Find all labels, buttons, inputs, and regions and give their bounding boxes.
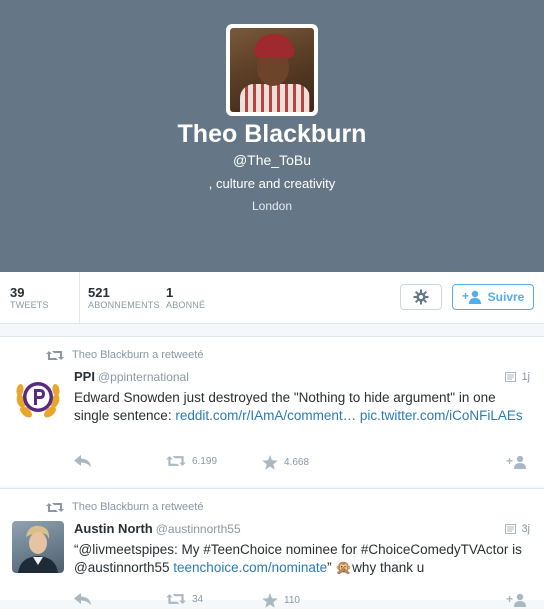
- stat-following-label: ABONNEMENTS: [88, 300, 160, 310]
- settings-button[interactable]: [400, 284, 442, 310]
- tweet-item[interactable]: Theo Blackburn a retweeté PPI @ppinternat…: [0, 336, 544, 486]
- tweet-author[interactable]: PPI @ppinternational: [74, 369, 189, 384]
- stat-divider: [79, 272, 80, 324]
- stat-following-value: 521: [88, 285, 110, 300]
- star-icon: [262, 455, 278, 470]
- stat-tweets-label: TWEETS: [10, 300, 49, 310]
- gear-icon: [413, 289, 429, 305]
- retweet-icon: [46, 502, 64, 512]
- retweet-context: Theo Blackburn a retweeté: [46, 501, 203, 513]
- add-user-icon: +: [506, 593, 526, 607]
- svg-text:+: +: [506, 455, 513, 468]
- retweet-button[interactable]: 6.199: [166, 455, 217, 467]
- tweet-timestamp[interactable]: 3j: [505, 523, 530, 535]
- favorite-count: 110: [284, 595, 300, 606]
- media-icon: [505, 524, 517, 534]
- stat-tweets-value: 39: [10, 285, 25, 300]
- retweet-icon: [166, 456, 186, 466]
- retweet-context-label: Theo Blackburn a retweeté: [72, 349, 204, 361]
- tweet-actions: 6.199 4.668 +: [74, 455, 534, 471]
- profile-handle[interactable]: @The_ToBu: [0, 152, 544, 168]
- tweet-time-label: 3j: [521, 523, 530, 535]
- profile-location: London: [251, 199, 293, 213]
- media-icon: [505, 372, 517, 382]
- reply-button[interactable]: [74, 593, 92, 605]
- stat-followers-label: ABONNÉ: [166, 300, 206, 310]
- reply-icon: [74, 455, 91, 467]
- tweet-author-handle: @ppinternational: [97, 370, 189, 384]
- tweet-time-label: 1j: [521, 371, 530, 383]
- add-user-icon: +: [462, 290, 481, 304]
- tweet-author-avatar[interactable]: [12, 371, 64, 423]
- avatar-photo: [18, 525, 58, 573]
- tweet-text-tail: ” 🙊why thank u: [327, 560, 425, 575]
- profile-avatar[interactable]: [226, 24, 318, 116]
- tweet-item[interactable]: Theo Blackburn a retweeté Austin North @a…: [0, 488, 544, 608]
- reply-button[interactable]: [74, 455, 92, 467]
- retweet-count: 6.199: [192, 455, 218, 467]
- favorite-count: 4.668: [284, 457, 310, 468]
- profile-name: Theo Blackburn: [177, 120, 367, 148]
- stat-followers[interactable]: 1 ABONNÉ: [166, 272, 205, 324]
- tweet-author-handle: @austinnorth55: [155, 522, 241, 536]
- tweet-author-name: Austin North: [74, 521, 153, 536]
- retweet-button[interactable]: 34: [166, 593, 203, 605]
- tweet-author-name: PPI: [74, 369, 95, 384]
- favorite-button[interactable]: 4.668: [262, 455, 309, 470]
- tweet-text: Edward Snowden just destroyed the "Nothi…: [74, 389, 530, 425]
- tweet-text: “@livmeetspipes: My #TeenChoice nominee …: [74, 541, 530, 577]
- stat-followers-value: 1: [166, 285, 174, 300]
- retweet-icon: [166, 594, 186, 604]
- tweet-actions: 34 110 +: [74, 593, 534, 609]
- follow-author-button[interactable]: +: [506, 455, 528, 469]
- favorite-button[interactable]: 110: [262, 593, 300, 608]
- follow-button[interactable]: + Suivre: [452, 284, 534, 310]
- tweet-pic-link[interactable]: pic.twitter.com/iCoNFiLAEs: [360, 408, 523, 423]
- stat-tweets[interactable]: 39 TWEETS: [10, 272, 49, 324]
- tweet-link[interactable]: teenchoice.com/nominate: [173, 560, 327, 575]
- star-icon: [262, 593, 278, 608]
- tweet-timestamp[interactable]: 1j: [505, 371, 530, 383]
- avatar-photo: [230, 28, 314, 112]
- profile-bio: , culture and creativity: [208, 176, 336, 191]
- retweet-context-label: Theo Blackburn a retweeté: [72, 501, 204, 513]
- svg-text:+: +: [462, 290, 469, 303]
- pirate-party-logo-icon: [16, 382, 60, 418]
- profile-header: Theo Blackburn @The_ToBu , culture and c…: [0, 0, 544, 272]
- tweet-author[interactable]: Austin North @austinnorth55: [74, 521, 241, 536]
- follow-button-label: Suivre: [487, 290, 525, 304]
- add-user-icon: +: [506, 455, 526, 469]
- reply-icon: [74, 593, 91, 605]
- retweet-context: Theo Blackburn a retweeté: [46, 349, 203, 361]
- tweet-author-avatar[interactable]: [12, 521, 64, 573]
- follow-author-button[interactable]: +: [506, 593, 528, 607]
- stat-following[interactable]: 521 ABONNEMENTS: [88, 272, 160, 324]
- tweet-link[interactable]: reddit.com/r/IAmA/comment…: [175, 408, 356, 423]
- retweet-icon: [46, 350, 64, 360]
- retweet-count: 34: [192, 593, 204, 605]
